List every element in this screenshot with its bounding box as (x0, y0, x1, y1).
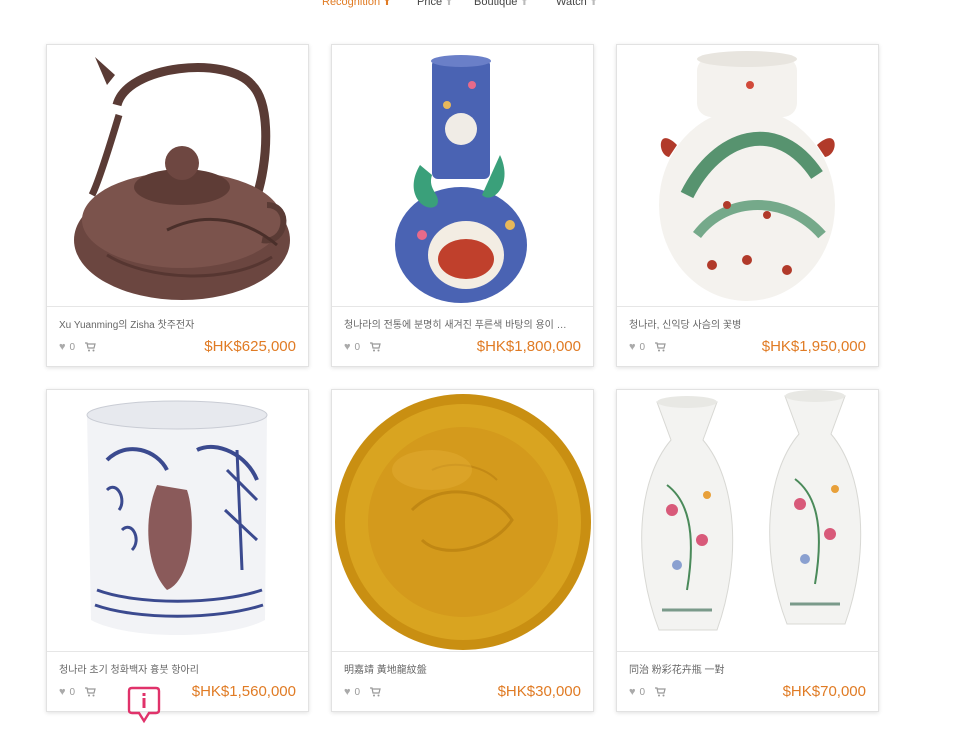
cart-icon[interactable] (370, 687, 381, 697)
product-title[interactable]: 청나라의 전통에 분명히 새겨진 푸른색 바탕의 용이 … (344, 316, 580, 331)
cart-icon[interactable] (85, 687, 96, 697)
divider (332, 651, 593, 652)
sort-label: Price (417, 0, 443, 8)
product-image-brush-pot[interactable] (47, 390, 308, 651)
sort-label: Recognition (322, 0, 381, 8)
product-card[interactable]: 청나라, 신익당 사슴의 꽃병 ♥ 0 $HK$1,950,000 (616, 44, 879, 367)
product-meta: ♥ 0 (59, 686, 96, 698)
product-title[interactable]: Xu Yuanming의 Zisha 찻주전자 (59, 316, 295, 331)
product-image-vase-pair[interactable] (617, 390, 878, 651)
product-meta: ♥ 0 (59, 341, 96, 353)
like-count: 0 (639, 686, 646, 698)
product-image-yellow-plate[interactable] (332, 390, 593, 651)
chat-info-icon[interactable] (127, 686, 161, 724)
product-price: $HK$1,560,000 (191, 683, 296, 700)
divider (47, 306, 308, 307)
product-title[interactable]: 청나라 초기 청화백자 흉붓 항아리 (59, 661, 295, 676)
product-meta: ♥ 0 (629, 341, 666, 353)
sort-label: Boutique (474, 0, 518, 8)
heart-icon[interactable]: ♥ (344, 686, 351, 698)
product-image-teapot[interactable] (47, 45, 308, 306)
cart-icon[interactable] (655, 342, 666, 352)
heart-icon[interactable]: ♥ (59, 341, 66, 353)
heart-icon[interactable]: ♥ (629, 341, 636, 353)
cart-icon[interactable] (655, 687, 666, 697)
sort-arrow-icon: ⬆ (589, 0, 598, 7)
product-card[interactable]: 청나라의 전통에 분명히 새겨진 푸른색 바탕의 용이 … ♥ 0 $HK$1,… (331, 44, 594, 367)
sort-watch[interactable]: Watch ⬆ (556, 0, 597, 8)
sort-boutique[interactable]: Boutique ⬆ (474, 0, 528, 8)
divider (617, 306, 878, 307)
sort-arrow-icon: ⬆ (520, 0, 528, 7)
divider (47, 651, 308, 652)
product-card[interactable]: Xu Yuanming의 Zisha 찻주전자 ♥ 0 $HK$625,000 (46, 44, 309, 367)
product-title[interactable]: 明嘉靖 黃地龍紋盤 (344, 661, 580, 676)
product-price: $HK$1,950,000 (761, 338, 866, 355)
like-count: 0 (354, 686, 361, 698)
product-meta: ♥ 0 (344, 686, 381, 698)
divider (617, 651, 878, 652)
product-price: $HK$30,000 (497, 683, 581, 700)
product-card[interactable]: 同治 粉彩花卉瓶 一對 ♥ 0 $HK$70,000 (616, 389, 879, 712)
product-card[interactable]: 明嘉靖 黃地龍紋盤 ♥ 0 $HK$30,000 (331, 389, 594, 712)
sort-label: Watch (556, 0, 587, 8)
cart-icon[interactable] (85, 342, 96, 352)
product-image-dragon-vase[interactable] (332, 45, 593, 306)
sort-price[interactable]: Price ⬆ (417, 0, 453, 8)
like-count: 0 (354, 341, 361, 353)
heart-icon[interactable]: ♥ (59, 686, 66, 698)
divider (332, 306, 593, 307)
heart-icon[interactable]: ♥ (629, 686, 636, 698)
heart-icon[interactable]: ♥ (344, 341, 351, 353)
sort-arrow-icon: ⬆ (383, 0, 391, 7)
product-price: $HK$625,000 (204, 338, 296, 355)
product-meta: ♥ 0 (629, 686, 666, 698)
product-meta: ♥ 0 (344, 341, 381, 353)
product-image-deer-vase[interactable] (617, 45, 878, 306)
cart-icon[interactable] (370, 342, 381, 352)
product-price: $HK$70,000 (782, 683, 866, 700)
product-title[interactable]: 청나라, 신익당 사슴의 꽃병 (629, 316, 865, 331)
like-count: 0 (639, 341, 646, 353)
product-title[interactable]: 同治 粉彩花卉瓶 一對 (629, 661, 865, 676)
product-card[interactable]: 청나라 초기 청화백자 흉붓 항아리 ♥ 0 $HK$1,560,000 (46, 389, 309, 712)
sort-recognition[interactable]: Recognition ⬆ (322, 0, 391, 8)
sort-arrow-icon: ⬆ (445, 0, 453, 7)
product-price: $HK$1,800,000 (476, 338, 581, 355)
like-count: 0 (69, 341, 76, 353)
like-count: 0 (69, 686, 76, 698)
